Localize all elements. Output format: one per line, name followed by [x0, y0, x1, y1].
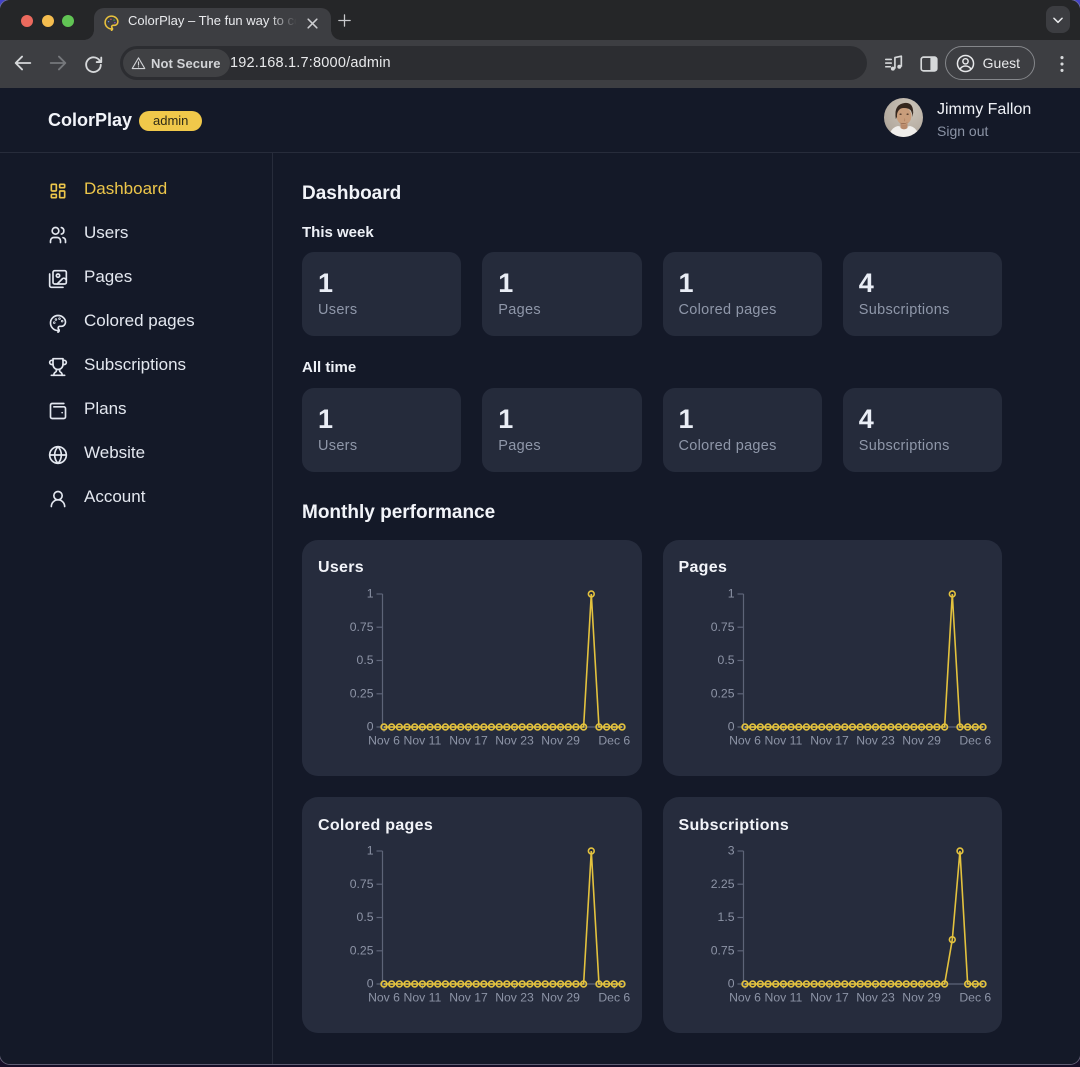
svg-text:0.5: 0.5 — [717, 653, 734, 667]
svg-text:3: 3 — [727, 844, 734, 858]
svg-text:Dec 6: Dec 6 — [598, 991, 630, 1005]
svg-text:0: 0 — [367, 977, 374, 991]
svg-text:0.25: 0.25 — [710, 686, 734, 700]
svg-text:Dec 6: Dec 6 — [598, 733, 630, 747]
svg-text:Nov 6: Nov 6 — [729, 733, 761, 747]
svg-text:0: 0 — [727, 719, 734, 733]
svg-text:1: 1 — [367, 844, 374, 858]
svg-text:Nov 17: Nov 17 — [810, 991, 849, 1005]
svg-text:Nov 11: Nov 11 — [764, 733, 802, 747]
svg-text:Dec 6: Dec 6 — [959, 991, 991, 1005]
svg-text:0.75: 0.75 — [710, 619, 734, 633]
svg-text:Nov 29: Nov 29 — [902, 991, 941, 1005]
svg-text:Nov 29: Nov 29 — [541, 733, 580, 747]
svg-text:0.75: 0.75 — [710, 943, 734, 957]
svg-text:0.5: 0.5 — [357, 653, 374, 667]
svg-text:0.25: 0.25 — [350, 686, 374, 700]
svg-text:0.25: 0.25 — [350, 943, 374, 957]
svg-text:Nov 17: Nov 17 — [810, 733, 849, 747]
svg-text:Nov 23: Nov 23 — [495, 991, 534, 1005]
svg-text:Nov 29: Nov 29 — [902, 733, 941, 747]
svg-text:Nov 23: Nov 23 — [856, 733, 895, 747]
svg-text:Nov 23: Nov 23 — [856, 991, 895, 1005]
svg-text:1: 1 — [727, 586, 734, 600]
svg-text:0.5: 0.5 — [357, 910, 374, 924]
svg-text:Nov 17: Nov 17 — [449, 991, 488, 1005]
svg-text:Nov 6: Nov 6 — [729, 991, 761, 1005]
svg-text:0.75: 0.75 — [350, 619, 374, 633]
svg-text:Dec 6: Dec 6 — [959, 733, 991, 747]
svg-text:1: 1 — [367, 586, 374, 600]
svg-text:Nov 23: Nov 23 — [495, 733, 534, 747]
svg-text:0.75: 0.75 — [350, 877, 374, 891]
svg-text:2.25: 2.25 — [710, 877, 734, 891]
svg-text:0: 0 — [367, 719, 374, 733]
svg-text:Nov 11: Nov 11 — [404, 733, 442, 747]
svg-text:Nov 17: Nov 17 — [449, 733, 488, 747]
svg-text:Nov 11: Nov 11 — [404, 991, 442, 1005]
svg-text:Nov 11: Nov 11 — [764, 991, 802, 1005]
svg-text:Nov 29: Nov 29 — [541, 991, 580, 1005]
svg-text:Nov 6: Nov 6 — [368, 733, 400, 747]
svg-text:1.5: 1.5 — [717, 910, 734, 924]
svg-text:Nov 6: Nov 6 — [368, 991, 400, 1005]
svg-text:0: 0 — [727, 977, 734, 991]
